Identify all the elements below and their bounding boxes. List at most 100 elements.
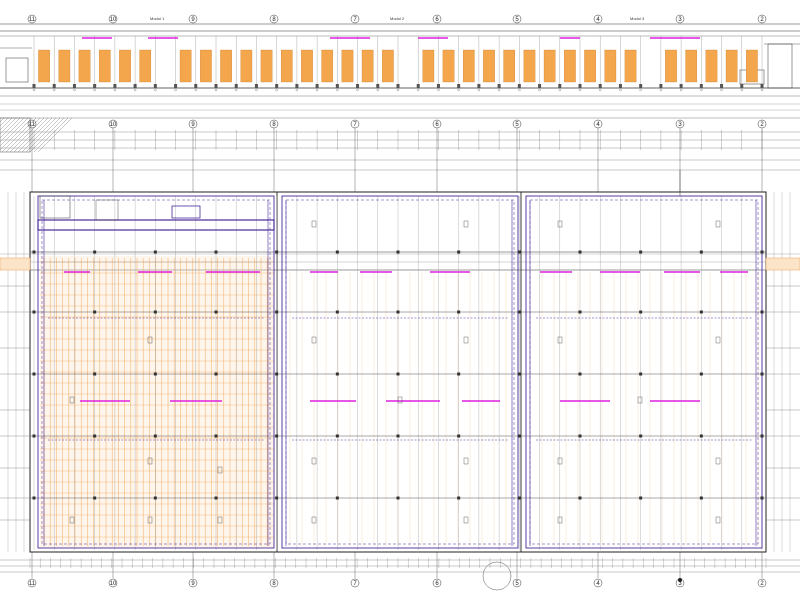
column-foot (133, 84, 137, 88)
plan-column (699, 434, 703, 438)
elevation-panel (624, 49, 637, 83)
elevation-panel (483, 49, 495, 83)
elevation-panel (341, 49, 354, 83)
plan-column (32, 372, 36, 376)
column-foot (618, 84, 622, 88)
axis-label: 10 (110, 122, 117, 128)
plan-column (32, 434, 36, 438)
column-foot (740, 84, 744, 88)
column-foot (578, 84, 582, 88)
elevation-panel (361, 49, 374, 83)
plan-column (32, 310, 36, 314)
column-foot (295, 84, 299, 88)
plan-column (335, 310, 339, 314)
plan-column (32, 250, 36, 254)
plan-column (396, 372, 400, 376)
plan-column (760, 434, 764, 438)
elevation-panel (200, 49, 212, 83)
plan-column (214, 496, 218, 500)
plan-column (760, 310, 764, 314)
plan-column (639, 496, 643, 500)
plan-column (699, 250, 703, 254)
plan-column (275, 310, 279, 314)
column-foot (720, 84, 724, 88)
elevation-panel (260, 49, 273, 83)
column-foot (315, 84, 319, 88)
elevation-panel (139, 49, 152, 83)
elevation-panel (543, 49, 556, 83)
elevation-panel (280, 49, 293, 83)
axis-label: 11 (29, 17, 36, 23)
column-foot (72, 84, 76, 88)
plan-column (517, 250, 521, 254)
column-foot (275, 84, 279, 88)
plan-column (153, 250, 157, 254)
plan-column (699, 372, 703, 376)
elevation-panel (220, 49, 232, 83)
column-foot (93, 84, 97, 88)
elevation-panel (442, 49, 455, 83)
plan-column (214, 310, 218, 314)
plan-column (93, 250, 97, 254)
plan-column (214, 250, 218, 254)
plan-column (517, 434, 521, 438)
plan-column (214, 372, 218, 376)
plan-column (639, 434, 643, 438)
column-foot (760, 84, 764, 88)
plan-column (760, 372, 764, 376)
elevation-panel (98, 49, 111, 83)
axis-label: 11 (29, 581, 36, 587)
floor-plan-drawing: 11 10 9 8 7 6 5 4 3 2 11 10 9 8 7 6 5 4 3 2 11 10 9 8 7 6 5 4 3 2 M… (0, 0, 800, 600)
elevation-panel (584, 49, 596, 83)
module-label-2: Modul 2 (390, 16, 405, 21)
plan-column (699, 310, 703, 314)
column-foot (538, 84, 542, 88)
plan-column (153, 310, 157, 314)
elevation-panel (665, 49, 677, 83)
plan-column (335, 250, 339, 254)
column-foot (457, 84, 461, 88)
column-foot (194, 84, 198, 88)
elevation-panel (58, 49, 71, 83)
plan-column (760, 250, 764, 254)
plan-column (275, 434, 279, 438)
column-foot (558, 84, 562, 88)
plan-column (517, 310, 521, 314)
elevation-panel (179, 49, 192, 83)
column-foot (254, 84, 258, 88)
plan-column (517, 372, 521, 376)
elevation-panel (725, 49, 738, 83)
plan-column (396, 250, 400, 254)
column-foot (477, 84, 481, 88)
elevation-panel (422, 49, 435, 83)
plan-column (396, 496, 400, 500)
plan-column (153, 434, 157, 438)
column-foot (416, 84, 420, 88)
plan-column (396, 310, 400, 314)
plan-column (457, 372, 461, 376)
column-foot (517, 84, 521, 88)
plan-column (639, 372, 643, 376)
column-foot (113, 84, 117, 88)
axis-label: 10 (110, 17, 117, 23)
module-label-1: Modul 1 (150, 16, 165, 21)
plan-column (457, 496, 461, 500)
plan-column (578, 496, 582, 500)
column-foot (214, 84, 218, 88)
column-foot (174, 84, 178, 88)
elevation-panel (119, 49, 131, 83)
module-label-3: Modul 3 (630, 16, 645, 21)
elevation-panel (240, 49, 253, 83)
plan-column (457, 310, 461, 314)
elevation-panel (564, 49, 576, 83)
elevation-panel (705, 49, 718, 83)
plan-column (760, 496, 764, 500)
plan-column (578, 250, 582, 254)
plan-column (32, 496, 36, 500)
plan-column (578, 434, 582, 438)
column-foot (335, 84, 339, 88)
column-foot (396, 84, 400, 88)
plan-column (93, 372, 97, 376)
plan-column (457, 250, 461, 254)
plan-column (699, 496, 703, 500)
